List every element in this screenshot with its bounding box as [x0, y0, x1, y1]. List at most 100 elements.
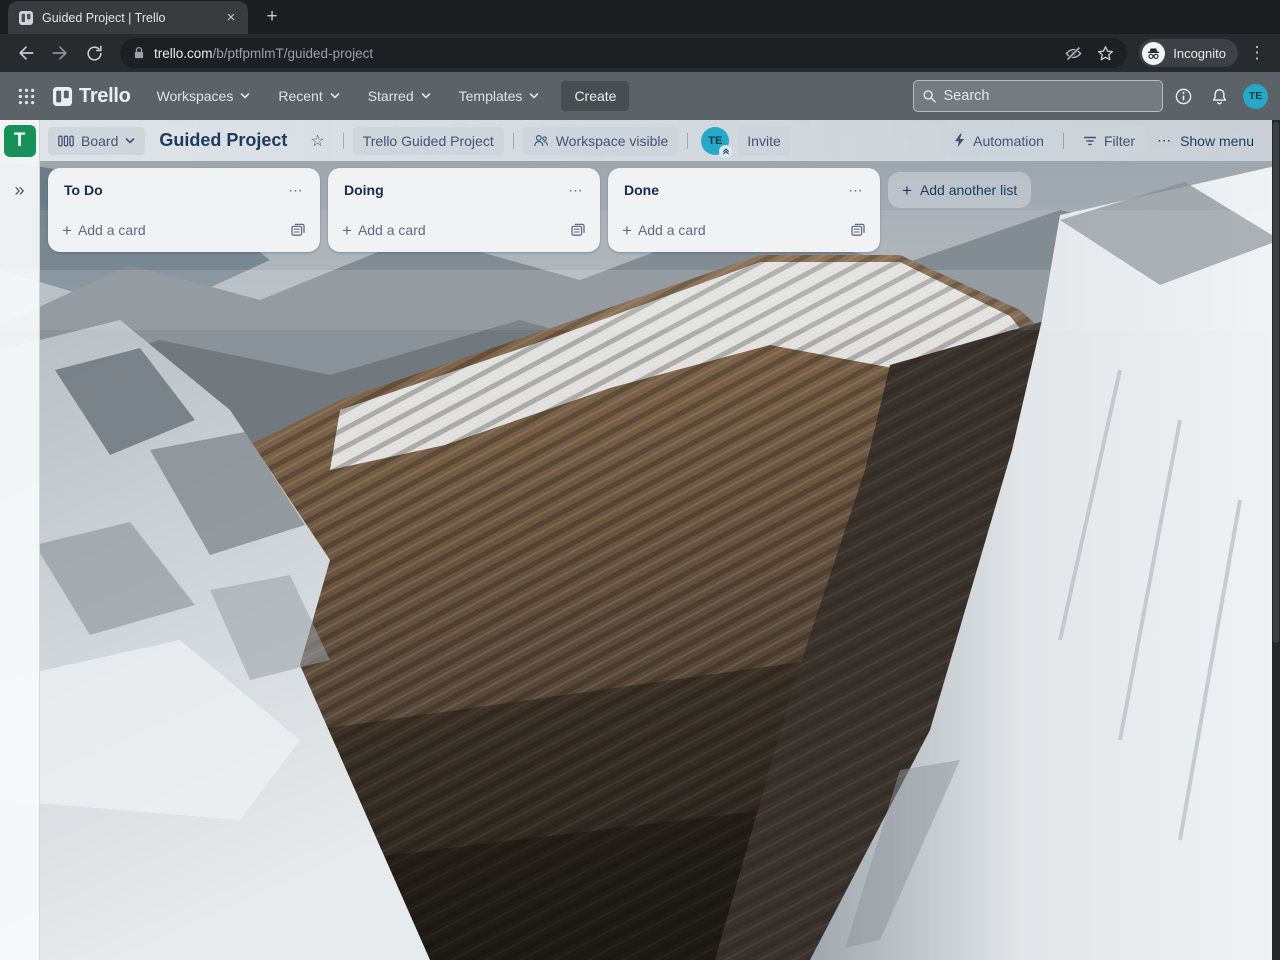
- list-header: Doing ⋯: [336, 176, 592, 202]
- menu-recent[interactable]: Recent: [266, 80, 351, 112]
- board-title[interactable]: Guided Project: [149, 130, 297, 151]
- url-domain: trello.com: [154, 45, 213, 61]
- list-header: Done ⋯: [616, 176, 872, 202]
- trello-logo-icon: [52, 86, 73, 106]
- info-button[interactable]: [1167, 80, 1199, 112]
- add-card-button[interactable]: + Add a card: [336, 214, 592, 244]
- browser-toolbar: trello.com/b/ptfpmlmT/guided-project Inc…: [0, 34, 1280, 72]
- url-text: trello.com/b/ptfpmlmT/guided-project: [154, 46, 1053, 61]
- list-header: To Do ⋯: [56, 176, 312, 202]
- menu-starred[interactable]: Starred: [356, 80, 443, 112]
- search-icon: [923, 90, 936, 103]
- bell-icon: [1212, 88, 1226, 104]
- sidebar-expand-icon[interactable]: »: [14, 181, 24, 199]
- board-sidebar-collapsed: T »: [0, 120, 40, 960]
- trello-logo-text: Trello: [79, 84, 131, 107]
- info-icon: [1175, 88, 1191, 104]
- card-template-button[interactable]: [846, 218, 870, 242]
- visibility-button[interactable]: Workspace visible: [522, 126, 679, 155]
- reload-button[interactable]: [80, 39, 108, 67]
- notifications-button[interactable]: [1203, 80, 1235, 112]
- list-done: Done ⋯ + Add a card: [608, 168, 880, 252]
- chevron-down-icon: [530, 93, 539, 99]
- plus-icon: +: [902, 180, 912, 200]
- add-card-button[interactable]: + Add a card: [56, 214, 312, 244]
- plus-icon: +: [622, 220, 632, 240]
- reload-icon: [86, 45, 102, 61]
- divider: [1062, 132, 1064, 149]
- add-card-label: Add a card: [637, 222, 706, 238]
- back-arrow-icon: [19, 46, 34, 60]
- divider: [512, 132, 514, 149]
- trello-logo[interactable]: Trello: [46, 85, 141, 108]
- search-box[interactable]: [913, 80, 1163, 112]
- filter-icon: [1083, 136, 1097, 145]
- search-input[interactable]: [943, 88, 1154, 104]
- list-title[interactable]: Done: [624, 182, 842, 198]
- card-template-button[interactable]: [566, 218, 590, 242]
- show-menu-label: Show menu: [1180, 132, 1254, 149]
- menu-workspaces[interactable]: Workspaces: [145, 80, 263, 112]
- list-title[interactable]: Doing: [344, 182, 562, 198]
- divider: [342, 132, 344, 149]
- back-button[interactable]: [12, 39, 40, 67]
- board-header: Board Guided Project ☆ Trello Guided Pro…: [40, 120, 1272, 161]
- vertical-scrollbar[interactable]: [1272, 120, 1280, 960]
- bookmark-star-button[interactable]: [1093, 41, 1117, 65]
- trello-favicon-icon: [19, 10, 33, 25]
- show-menu-button[interactable]: ⋯ Show menu: [1149, 126, 1262, 155]
- app-switcher-button[interactable]: [10, 80, 42, 112]
- browser-menu-button[interactable]: ⋮: [1244, 43, 1270, 63]
- menu-workspaces-label: Workspaces: [156, 88, 234, 104]
- automation-button[interactable]: Automation: [943, 126, 1054, 155]
- card-template-button[interactable]: [286, 218, 310, 242]
- plus-icon: +: [62, 220, 72, 240]
- board-view-switcher[interactable]: Board: [48, 126, 146, 155]
- menu-recent-label: Recent: [278, 88, 323, 104]
- account-avatar[interactable]: TE: [1243, 83, 1268, 109]
- reveal-passwords-hidden-button[interactable]: [1061, 41, 1085, 65]
- incognito-badge: Incognito: [1139, 39, 1238, 67]
- forward-button[interactable]: [46, 39, 74, 67]
- grid-icon: [18, 88, 34, 104]
- board-view-icon: [58, 135, 74, 146]
- star-board-button[interactable]: ☆: [301, 126, 333, 156]
- chevron-down-icon: [241, 93, 250, 99]
- divider: [687, 132, 689, 149]
- workspace-tile[interactable]: T: [3, 125, 36, 157]
- trello-header: Trello Workspaces Recent Starred Templat…: [0, 72, 1280, 120]
- board-member[interactable]: TE: [701, 126, 733, 158]
- card-template-icon: [291, 223, 305, 236]
- menu-templates-label: Templates: [458, 88, 523, 104]
- add-another-list-button[interactable]: + Add another list: [888, 172, 1032, 208]
- list-todo: To Do ⋯ + Add a card: [48, 168, 320, 252]
- workspace-name-button[interactable]: Trello Guided Project: [352, 126, 504, 155]
- add-card-button[interactable]: + Add a card: [616, 214, 872, 244]
- list-menu-button[interactable]: ⋯: [562, 178, 590, 202]
- add-list-label: Add another list: [919, 182, 1018, 198]
- list-title[interactable]: To Do: [64, 182, 282, 198]
- chevron-down-icon: [330, 93, 340, 99]
- list-menu-button[interactable]: ⋯: [842, 178, 870, 202]
- lock-icon: [134, 47, 144, 59]
- eye-off-icon: [1065, 45, 1082, 61]
- url-path: /b/ptfpmlmT/guided-project: [212, 45, 374, 61]
- tab-close-icon[interactable]: ×: [222, 9, 240, 27]
- address-bar[interactable]: trello.com/b/ptfpmlmT/guided-project: [120, 38, 1128, 68]
- menu-templates[interactable]: Templates: [447, 80, 552, 112]
- board-view-label: Board: [81, 132, 119, 149]
- filter-button[interactable]: Filter: [1072, 126, 1146, 155]
- card-template-icon: [571, 223, 585, 236]
- board-canvas: T » Board Guided Project ☆ Trello Guided…: [0, 120, 1280, 960]
- new-tab-button[interactable]: +: [258, 4, 286, 32]
- invite-button[interactable]: Invite: [737, 126, 791, 155]
- visibility-label: Workspace visible: [555, 132, 669, 149]
- scrollbar-thumb[interactable]: [1273, 122, 1279, 643]
- list-menu-button[interactable]: ⋯: [282, 178, 310, 202]
- card-template-icon: [851, 223, 865, 236]
- forward-arrow-icon: [52, 46, 67, 60]
- star-outline-icon: [1097, 45, 1113, 60]
- browser-tab[interactable]: Guided Project | Trello ×: [8, 1, 248, 34]
- add-card-label: Add a card: [77, 222, 146, 238]
- create-button[interactable]: Create: [561, 81, 630, 111]
